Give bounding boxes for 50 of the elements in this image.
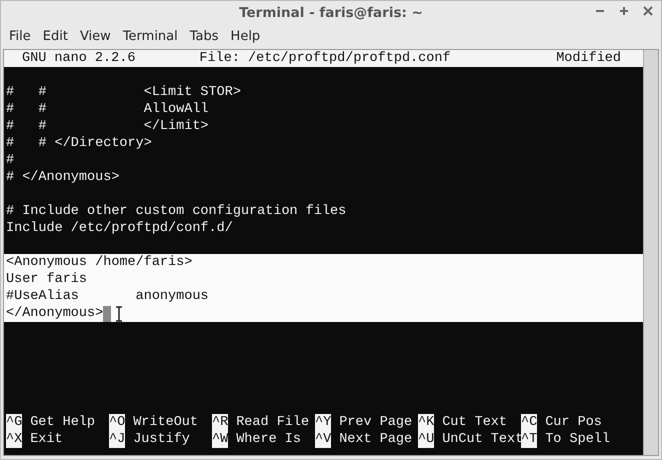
scrollbar[interactable] (643, 50, 658, 455)
code-text: # </Anonymous> (6, 169, 120, 186)
code-text: #UseAlias anonymous (6, 288, 209, 305)
file-name: File: /etc/proftpd/proftpd.conf (199, 50, 452, 67)
code-text: # # <Limit STOR> (6, 84, 241, 101)
shortcut-key: ^J (109, 431, 126, 448)
shortcut-key: ^T (521, 431, 538, 448)
shortcut-label: Justify (133, 431, 190, 448)
shortcut-label: WriteOut (133, 414, 198, 431)
modified-status: Modified (556, 50, 621, 67)
shortcut-key: ^X (6, 431, 22, 448)
nano-version: GNU nano 2.2.6 (22, 50, 136, 67)
window-title: Terminal - faris@faris: ~ (239, 5, 423, 21)
shortcut-key: ^U (418, 431, 434, 448)
close-icon[interactable] (643, 6, 653, 16)
shortcut-label: UnCut Text (442, 431, 524, 448)
menu-item[interactable]: Terminal (116, 28, 184, 44)
code-text: # (6, 152, 14, 169)
shortcut-label: To Spell (545, 431, 610, 448)
shortcut-key: ^O (109, 414, 126, 431)
shortcut-label: Get Help (30, 414, 96, 431)
code-text: # # AllowAll (6, 101, 209, 118)
shortcut-label: Prev Page (339, 414, 412, 431)
shortcut-key: ^C (521, 414, 538, 431)
code-text: # # </Directory> (6, 135, 152, 152)
shortcut-key: ^W (212, 431, 228, 448)
code-text: </Anonymous> (6, 305, 104, 322)
code-text: User faris (6, 271, 88, 288)
code-text: Include /etc/proftpd/conf.d/ (6, 220, 233, 237)
shortcut-label: Next Page (339, 431, 412, 448)
shortcut-label: Exit (30, 431, 63, 448)
code-text: <Anonymous /home/faris> (6, 254, 192, 271)
shortcut-label: Where Is (236, 431, 302, 448)
shortcut-key: ^V (315, 431, 332, 448)
shortcut-key: ^Y (315, 414, 332, 431)
shortcut-label: Cut Text (442, 414, 508, 431)
shortcut-label: Read File (236, 414, 310, 431)
menu-item[interactable]: Help (224, 28, 266, 44)
i-beam-cursor-icon (115, 306, 124, 322)
shortcut-key: ^G (6, 414, 22, 431)
code-text: # # </Limit> (6, 118, 209, 135)
code-text: # Include other custom configuration files (6, 203, 346, 220)
menu-item[interactable]: Tabs (184, 28, 225, 44)
shortcut-label: Cur Pos (545, 414, 602, 431)
shortcut-key: ^R (212, 414, 228, 431)
maximize-icon[interactable] (619, 6, 629, 16)
menu-item[interactable]: View (74, 28, 117, 44)
menu-item[interactable]: Edit (36, 28, 74, 44)
menu-item[interactable]: File (3, 28, 37, 44)
shortcut-key: ^K (418, 414, 434, 431)
